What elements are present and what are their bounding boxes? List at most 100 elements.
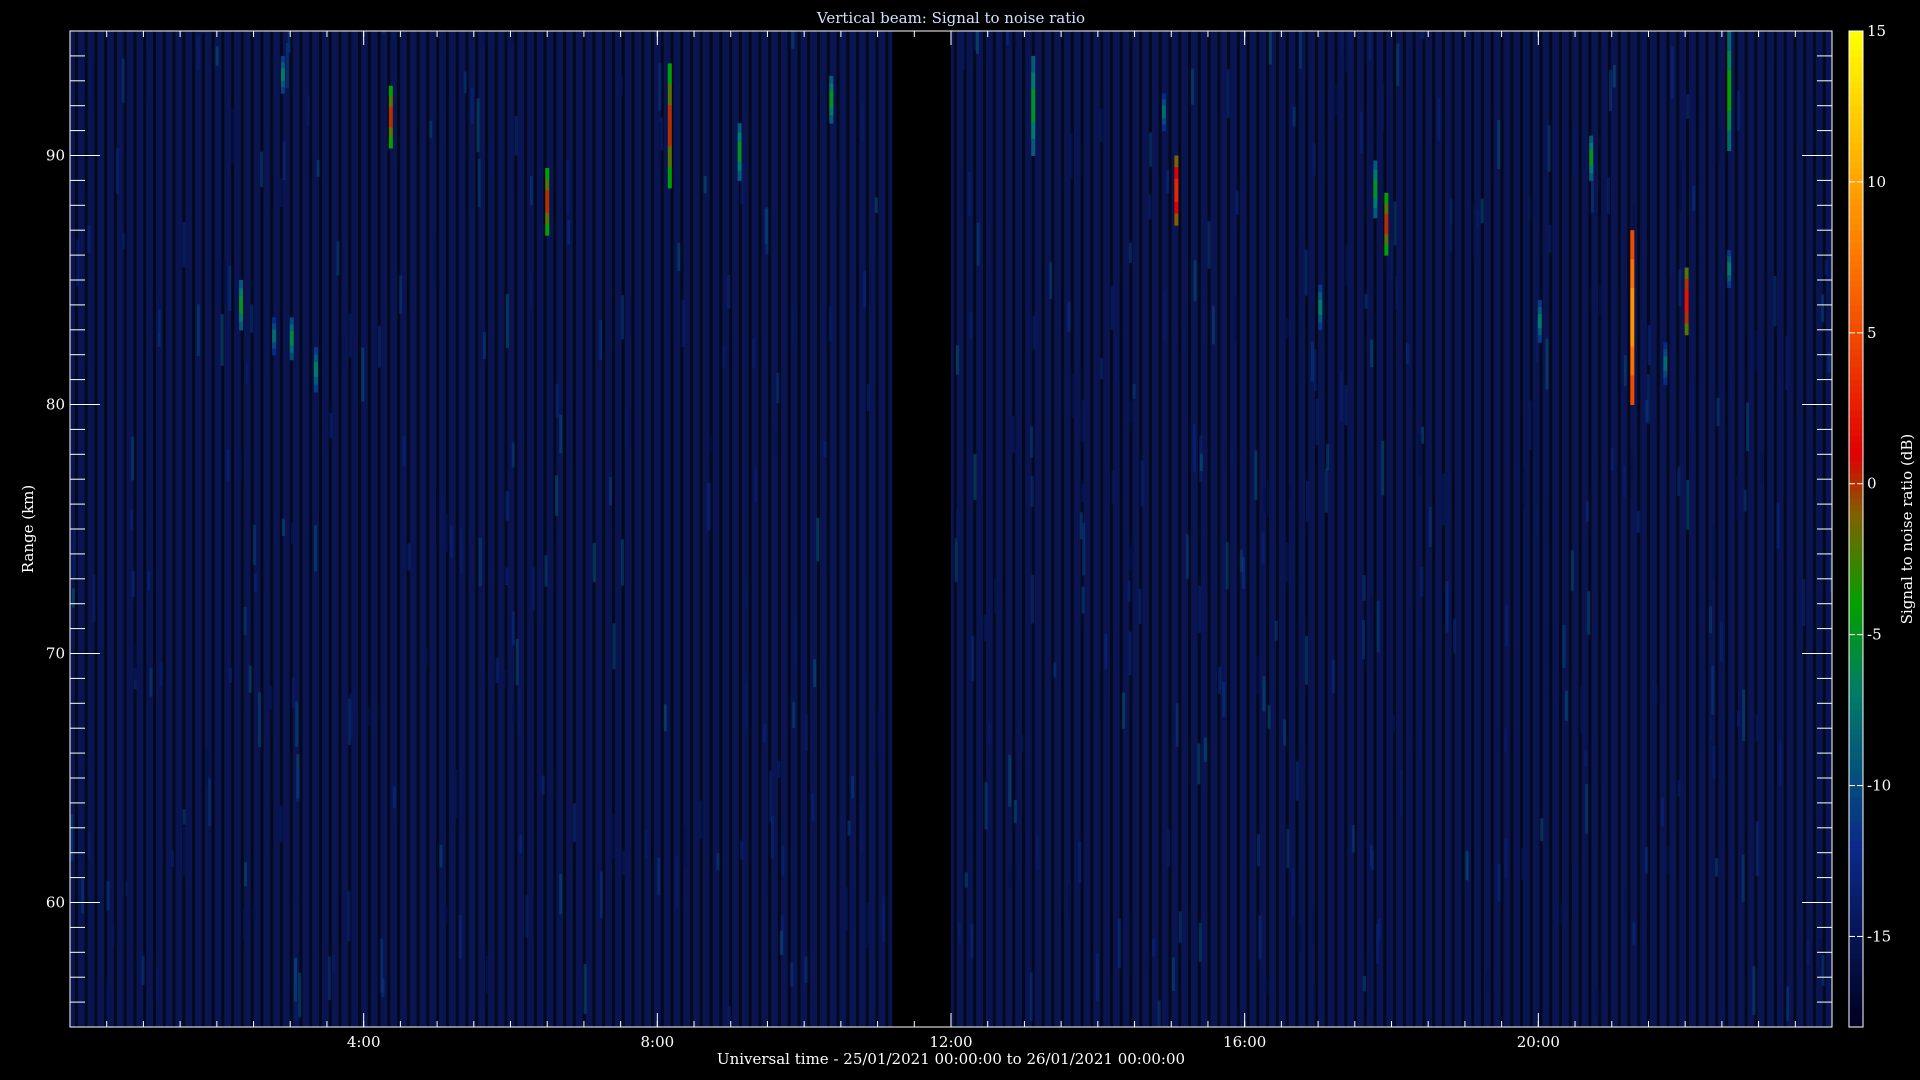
echo-mark	[289, 331, 294, 340]
colorbar-segment	[1849, 398, 1863, 406]
colorbar-segment	[1849, 852, 1863, 860]
noise-speckle	[752, 338, 756, 368]
colorbar-tick-label: 15	[1867, 22, 1886, 40]
colorbar-segment	[1849, 983, 1863, 991]
noise-speckle	[1824, 259, 1828, 275]
profile-gap	[94, 31, 98, 1027]
noise-speckle	[1437, 97, 1441, 141]
noise-speckle	[1476, 209, 1480, 229]
noise-speckle	[269, 685, 273, 710]
noise-speckle	[147, 571, 151, 591]
colorbar-segment	[1849, 37, 1863, 45]
colorbar-segment	[1849, 964, 1863, 972]
noise-speckle	[476, 98, 480, 153]
colorbar-segment	[1849, 292, 1863, 300]
profile-gap	[1334, 31, 1338, 1027]
noise-speckle	[1516, 451, 1520, 488]
noise-speckle	[1203, 737, 1207, 763]
echo-mark	[1630, 230, 1635, 260]
noise-speckle	[1534, 505, 1538, 539]
echo-mark	[1727, 90, 1732, 112]
profile-gap	[1695, 31, 1699, 1027]
echo-mark	[289, 352, 294, 361]
noise-speckle	[155, 969, 159, 1000]
noise-speckle	[1274, 620, 1278, 641]
noise-speckle	[1283, 719, 1287, 746]
noise-speckle	[740, 840, 744, 860]
noise-speckle	[1370, 339, 1374, 367]
profile-gap	[660, 31, 664, 1027]
colorbar-segment	[1849, 541, 1863, 549]
noise-speckle	[258, 692, 262, 747]
noise-speckle	[1632, 922, 1636, 945]
noise-speckle	[511, 442, 515, 468]
profile-gap	[611, 31, 615, 1027]
echo-mark	[1589, 135, 1594, 144]
noise-speckle	[1752, 966, 1756, 1015]
noise-speckle	[1298, 924, 1302, 952]
x-axis-label: Universal time - 25/01/2021 00:00:00 to …	[717, 1050, 1185, 1068]
profile-gap	[1559, 31, 1563, 1027]
colorbar-segment	[1849, 647, 1863, 655]
colorbar-segment	[1849, 317, 1863, 325]
noise-speckle	[238, 454, 242, 482]
colorbar-segment	[1849, 124, 1863, 132]
colorbar-segment	[1849, 118, 1863, 125]
noise-speckle	[87, 722, 91, 741]
echo-mark	[1630, 346, 1635, 376]
colorbar-segment	[1849, 890, 1863, 897]
noise-speckle	[658, 121, 662, 167]
noise-speckle	[1660, 797, 1664, 827]
noise-speckle	[1263, 487, 1267, 513]
noise-speckle	[1152, 938, 1156, 957]
noise-speckle	[1171, 957, 1175, 992]
echo-mark	[667, 146, 672, 168]
profile-gap	[1207, 31, 1211, 1027]
profile-gap	[338, 31, 342, 1027]
noise-speckle	[122, 232, 126, 250]
noise-speckle	[1622, 465, 1626, 498]
noise-speckle	[1442, 473, 1446, 526]
noise-speckle	[1585, 501, 1589, 522]
noise-speckle	[882, 896, 886, 942]
noise-speckle	[572, 803, 576, 843]
noise-speckle	[1122, 692, 1126, 729]
colorbar-segment	[1849, 373, 1863, 381]
colorbar-segment	[1849, 155, 1863, 163]
noise-speckle	[624, 407, 628, 450]
colorbar-segment	[1849, 746, 1863, 754]
profile-gap	[455, 31, 459, 1027]
colorbar-segment	[1849, 585, 1863, 592]
noise-speckle	[73, 527, 77, 579]
profile-gap	[524, 31, 528, 1027]
profile-gap	[84, 31, 88, 1027]
noise-speckle	[559, 414, 563, 454]
profile-gap	[641, 31, 645, 1027]
profile-gap	[719, 31, 723, 1027]
noise-speckle	[644, 830, 648, 859]
noise-speckle	[1644, 847, 1648, 874]
colorbar-segment	[1849, 404, 1863, 412]
profile-gap	[1354, 31, 1358, 1027]
echo-mark	[1174, 155, 1179, 168]
profile-gap	[856, 31, 860, 1027]
echo-mark	[1727, 281, 1732, 288]
noise-speckle	[1146, 950, 1150, 973]
noise-speckle	[439, 491, 443, 545]
noise-speckle	[1306, 480, 1310, 523]
colorbar-segment	[1849, 553, 1863, 561]
profile-gap	[572, 31, 576, 1027]
colorbar-segment	[1849, 93, 1863, 101]
colorbar-segment	[1849, 609, 1863, 617]
profile-gap	[348, 31, 352, 1027]
profile-gap	[1031, 31, 1035, 1027]
profile-gap	[309, 31, 313, 1027]
noise-speckle	[976, 222, 980, 266]
profile-gap	[777, 31, 781, 1027]
noise-speckle	[196, 36, 200, 70]
colorbar-segment	[1849, 516, 1863, 524]
colorbar-segment	[1849, 641, 1863, 648]
noise-speckle	[529, 276, 533, 311]
noise-speckle	[220, 314, 224, 366]
noise-speckle	[567, 219, 571, 245]
